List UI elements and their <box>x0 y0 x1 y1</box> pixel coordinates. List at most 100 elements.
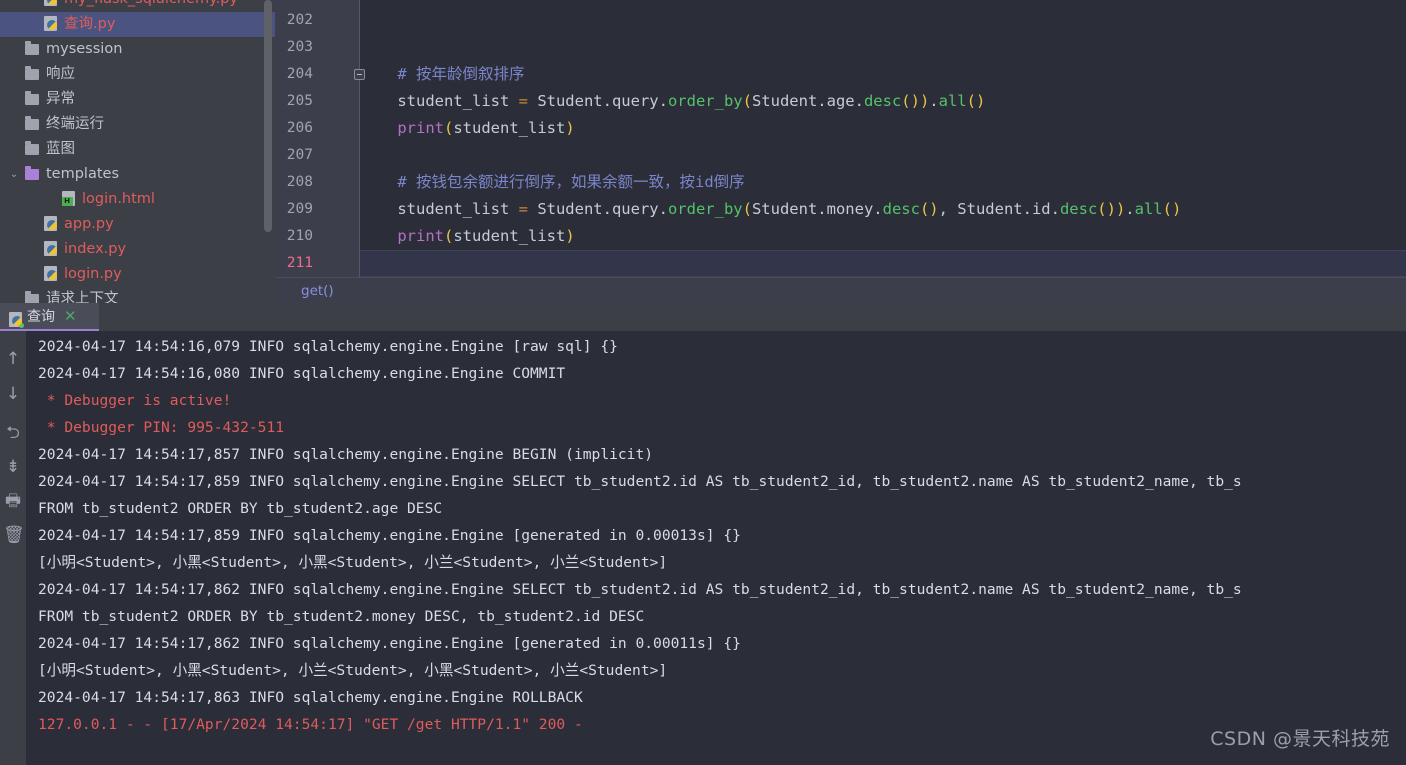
code-text-area[interactable]: # 按年龄倒叙排序 student_list = Student.query.o… <box>360 0 1406 277</box>
code-line: student_list = Student.query.order_by(St… <box>360 196 1181 223</box>
code-token: student_list <box>360 200 519 218</box>
scroll-up-icon[interactable]: ↑ <box>3 349 23 369</box>
code-token: print <box>397 227 444 245</box>
soft-wrap-icon[interactable]: ⮌ <box>3 423 23 443</box>
line-number: 211 <box>286 255 313 271</box>
code-token: desc <box>1059 200 1098 218</box>
tree-item[interactable]: mysession <box>0 37 275 62</box>
code-token: , Student.id. <box>938 200 1060 218</box>
tree-item[interactable]: 蓝图 <box>0 137 275 162</box>
tree-item-label: 终端运行 <box>46 116 104 132</box>
code-token: () <box>919 200 939 218</box>
run-tool-tabbar: 查询 ✕ <box>0 303 1406 331</box>
line-number: 204 <box>286 66 313 82</box>
tree-item[interactable]: 响应 <box>0 62 275 87</box>
folder-icon <box>22 37 42 62</box>
line-number: 209 <box>286 201 313 217</box>
tree-item-label: 蓝图 <box>46 141 75 157</box>
console-line: [小明<Student>, 小黑<Student>, 小兰<Student>, … <box>38 662 668 679</box>
chevron-down-icon[interactable]: ⌄ <box>6 162 22 187</box>
tree-item[interactable]: my_flask_sqlalchemy.py <box>0 0 275 12</box>
code-token: Student.query. <box>527 92 668 110</box>
code-token: # 按年龄倒叙排序 <box>360 65 525 83</box>
console-line: 127.0.0.1 - - [17/Apr/2024 14:54:17] "GE… <box>38 716 583 733</box>
tree-item-label: templates <box>46 166 120 182</box>
code-token: () <box>1097 200 1116 218</box>
console-line: [小明<Student>, 小黑<Student>, 小黑<Student>, … <box>38 554 668 571</box>
console-line: 2024-04-17 14:54:17,857 INFO sqlalchemy.… <box>38 446 654 463</box>
console-line: * Debugger is active! <box>38 392 232 409</box>
code-token: ) <box>919 92 930 110</box>
python-file-icon <box>40 12 60 37</box>
console-toolbar[interactable]: ↑ ↓ ⮌ ⇟ 🖶 🗑 <box>0 331 26 765</box>
editor-gutter[interactable]: 202 203 204 205 206 207 208 209 210 211 <box>275 0 365 277</box>
code-line: # 按年龄倒叙排序 <box>360 61 525 88</box>
line-number: 207 <box>286 147 313 163</box>
tree-item[interactable]: ⌄ templates <box>0 162 275 187</box>
code-token: ( <box>742 200 752 218</box>
folder-icon <box>22 137 42 162</box>
python-file-icon <box>40 262 60 287</box>
scroll-down-icon[interactable]: ↓ <box>3 384 23 404</box>
tree-item[interactable]: 异常 <box>0 87 275 112</box>
console-output[interactable]: 2024-04-17 14:54:16,079 INFO sqlalchemy.… <box>26 331 1406 765</box>
tree-item[interactable]: index.py <box>0 237 275 262</box>
console-region: ↑ ↓ ⮌ ⇟ 🖶 🗑 2024-04-17 14:54:16,079 INFO sqla… <box>0 331 1406 765</box>
python-file-icon <box>40 212 60 237</box>
tree-item-label: 请求上下文 <box>46 291 119 303</box>
code-token: () <box>966 92 986 110</box>
line-number: 210 <box>286 228 313 244</box>
folder-icon <box>22 287 42 303</box>
folder-icon <box>22 87 42 112</box>
close-icon[interactable]: ✕ <box>64 307 77 325</box>
console-line: 2024-04-17 14:54:16,079 INFO sqlalchemy.… <box>38 338 618 355</box>
code-token: = <box>518 200 528 218</box>
code-editor[interactable]: 202 203 204 205 206 207 208 209 210 211 # 按年龄倒叙排序… <box>275 0 1406 303</box>
ide-window: 请求上下文 login.py index.py app.py login.html ⌄ te… <box>0 0 1406 765</box>
code-token: Student.money. <box>751 200 883 218</box>
project-tree-scrollbar[interactable] <box>264 0 272 232</box>
tree-item-label: app.py <box>64 216 114 232</box>
top-region: 请求上下文 login.py index.py app.py login.html ⌄ te… <box>0 0 1406 303</box>
tree-item[interactable]: login.py <box>0 262 275 287</box>
code-line: student_list = Student.query.order_by(St… <box>360 88 985 115</box>
console-line: 2024-04-17 14:54:17,859 INFO sqlalchemy.… <box>38 473 1242 490</box>
python-file-icon <box>40 0 60 12</box>
tree-item-label: login.py <box>64 266 122 282</box>
tree-item[interactable]: 请求上下文 <box>0 287 275 303</box>
console-line: 2024-04-17 14:54:17,863 INFO sqlalchemy.… <box>38 689 583 706</box>
console-line: 2024-04-17 14:54:16,080 INFO sqlalchemy.… <box>38 365 566 382</box>
code-token: Student.query. <box>527 200 668 218</box>
code-token: student_list <box>453 227 566 245</box>
breadcrumb[interactable]: get() <box>275 277 1406 303</box>
tree-item[interactable]: 终端运行 <box>0 112 275 137</box>
code-token: all <box>938 92 967 110</box>
code-token: ( <box>444 119 454 137</box>
print-icon[interactable]: 🖶 <box>3 491 23 511</box>
code-token: all <box>1134 200 1163 218</box>
tree-item[interactable]: app.py <box>0 212 275 237</box>
tree-item-label: 响应 <box>46 66 75 82</box>
tree-item-label: mysession <box>46 41 123 57</box>
line-number: 208 <box>286 174 313 190</box>
code-token: () <box>1162 200 1182 218</box>
project-tree-panel[interactable]: 请求上下文 login.py index.py app.py login.html ⌄ te… <box>0 0 275 303</box>
python-file-icon <box>40 237 60 262</box>
code-token: Student.age. <box>751 92 864 110</box>
code-token: ) <box>1115 200 1126 218</box>
tree-item[interactable]: 查询.py <box>0 12 275 37</box>
code-token: desc <box>863 92 902 110</box>
console-line: 2024-04-17 14:54:17,859 INFO sqlalchemy.… <box>38 527 741 544</box>
code-token: print <box>397 119 444 137</box>
tree-item[interactable]: login.html <box>0 187 275 212</box>
scroll-to-end-icon[interactable]: ⇟ <box>3 457 23 477</box>
code-token: desc <box>882 200 920 218</box>
trash-icon[interactable]: 🗑 <box>3 525 25 545</box>
run-tab-query[interactable]: 查询 ✕ <box>0 303 99 331</box>
code-token: . <box>1125 200 1135 218</box>
code-line: print(student_list) <box>360 115 574 142</box>
code-token: order_by <box>667 92 743 110</box>
tree-item-label: 异常 <box>46 91 75 107</box>
console-line: * Debugger PIN: 995-432-511 <box>38 419 285 436</box>
